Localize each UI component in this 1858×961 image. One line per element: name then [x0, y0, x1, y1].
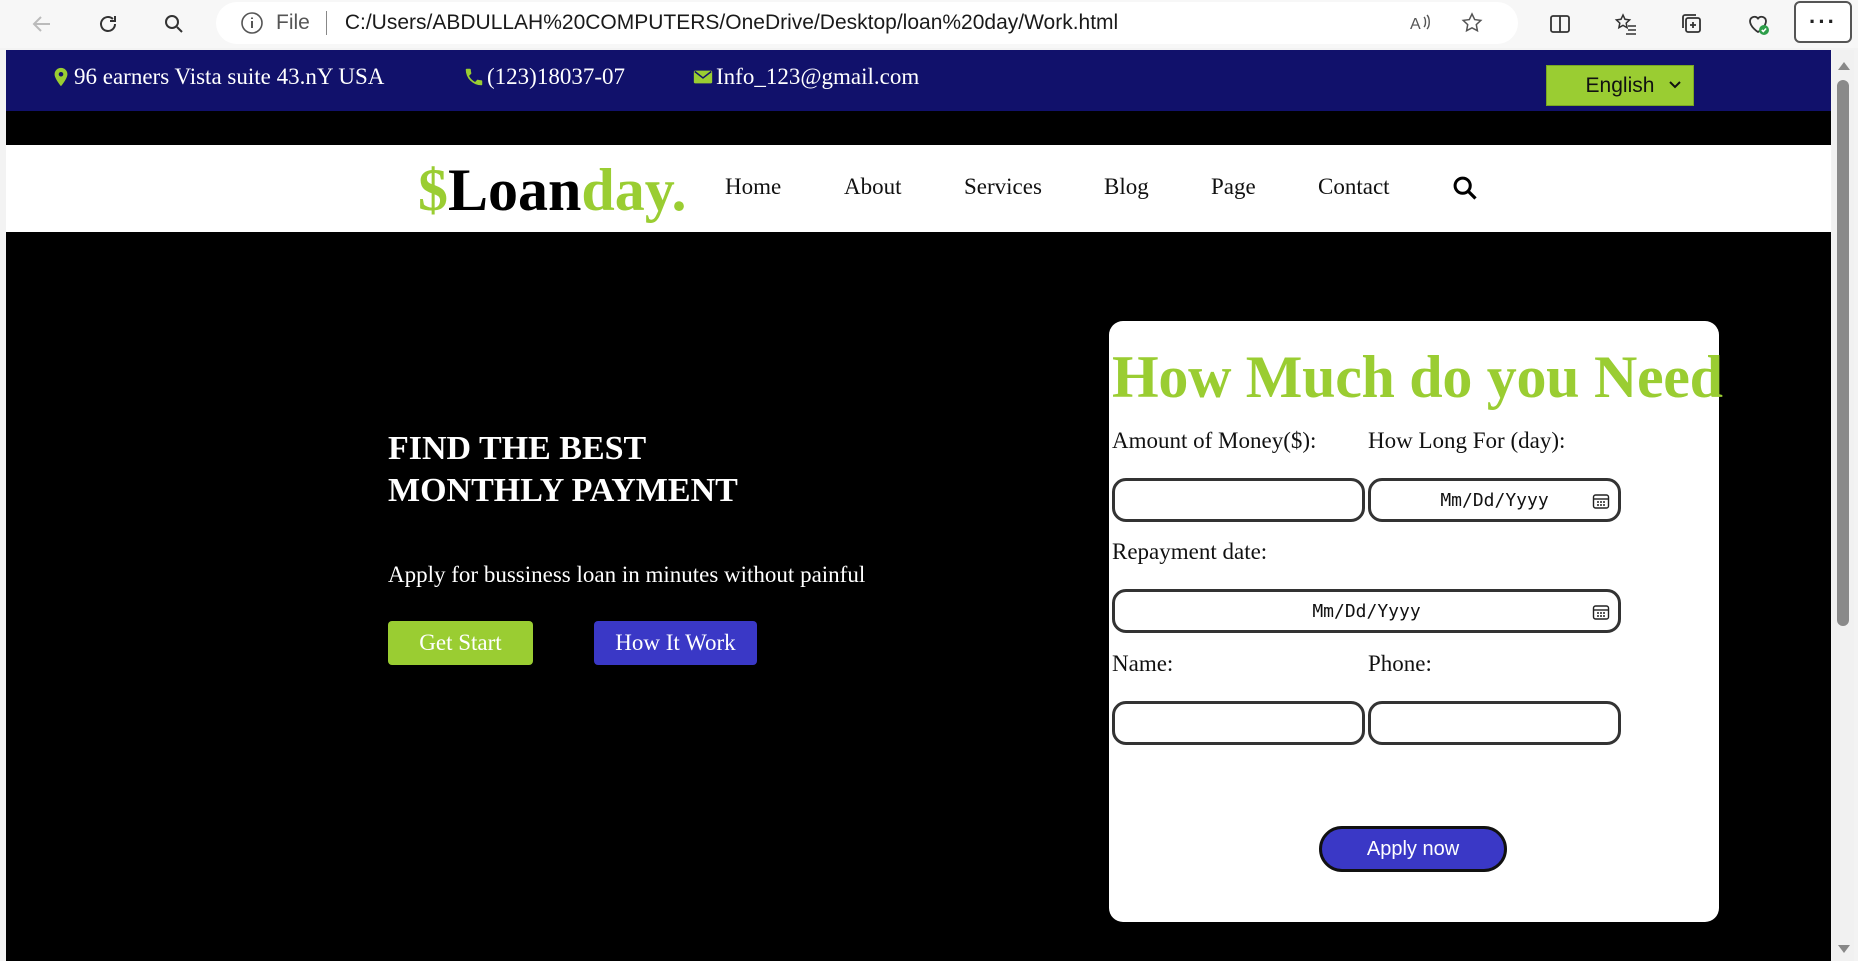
logo-loan: Loan	[448, 157, 582, 223]
address-divider	[325, 11, 327, 35]
name-input[interactable]	[1112, 701, 1365, 745]
how-it-work-button[interactable]: How It Work	[594, 621, 757, 665]
settings-menu-button[interactable]: ···	[1794, 1, 1852, 43]
calendar-icon[interactable]	[1592, 603, 1610, 621]
back-button[interactable]	[22, 4, 62, 44]
phone-info: (123)18037-07	[463, 64, 625, 90]
favorites-button[interactable]	[1606, 4, 1646, 44]
how-long-date-input[interactable]: Mm/Dd/Yyyy	[1368, 478, 1621, 522]
envelope-icon	[693, 70, 713, 84]
favorite-star-icon[interactable]	[1460, 11, 1484, 35]
file-scheme-label: File	[276, 11, 310, 34]
scroll-down-arrow-icon[interactable]	[1838, 945, 1850, 953]
hero-title-line1: FIND THE BEST	[388, 430, 647, 467]
hero-subtitle: Apply for bussiness loan in minutes with…	[388, 562, 866, 587]
amount-input[interactable]	[1112, 478, 1365, 522]
reload-button[interactable]	[88, 4, 128, 44]
address-text: 96 earners Vista suite 43.nY USA	[74, 64, 385, 89]
address-info: 96 earners Vista suite 43.nY USA	[50, 64, 384, 90]
logo-day: day.	[581, 157, 687, 223]
hero-title-line2: MONTHLY PAYMENT	[388, 472, 738, 509]
location-pin-icon	[54, 67, 68, 87]
repayment-placeholder: Mm/Dd/Yyyy	[1312, 600, 1421, 622]
contact-info-bar: 96 earners Vista suite 43.nY USA (123)18…	[6, 50, 1831, 111]
search-tab-button[interactable]	[154, 4, 194, 44]
nav-link-services[interactable]: Services	[964, 174, 1042, 200]
svg-text:A: A	[1410, 16, 1421, 33]
url-text[interactable]: C:/Users/ABDULLAH%20COMPUTERS/OneDrive/D…	[345, 11, 1118, 35]
scroll-up-arrow-icon[interactable]	[1838, 62, 1850, 70]
main-navigation: $Loanday. Home About Services Blog Page …	[6, 145, 1831, 232]
language-select[interactable]: English	[1546, 65, 1694, 106]
apply-now-button[interactable]: Apply now	[1319, 826, 1507, 872]
browser-toolbar: File C:/Users/ABDULLAH%20COMPUTERS/OneDr…	[0, 0, 1858, 48]
amount-label: Amount of Money($):	[1112, 428, 1317, 453]
nav-link-about[interactable]: About	[844, 174, 902, 200]
form-heading: How Much do you Need	[1112, 344, 1723, 410]
email-info: Info_123@gmail.com	[692, 64, 919, 90]
browser-essentials-button[interactable]	[1738, 4, 1778, 44]
language-value: English	[1585, 73, 1655, 97]
site-logo[interactable]: $Loanday.	[418, 155, 686, 225]
info-icon[interactable]	[240, 11, 264, 35]
address-bar[interactable]: File C:/Users/ABDULLAH%20COMPUTERS/OneDr…	[216, 2, 1518, 44]
hero-title: FIND THE BEST MONTHLY PAYMENT	[388, 428, 848, 512]
calendar-icon[interactable]	[1592, 492, 1610, 510]
name-label: Name:	[1112, 651, 1174, 676]
scrollbar-thumb[interactable]	[1837, 80, 1849, 626]
phone-text: (123)18037-07	[487, 64, 625, 89]
search-icon	[165, 15, 183, 33]
repayment-date-input[interactable]: Mm/Dd/Yyyy	[1112, 589, 1621, 633]
phone-label: Phone:	[1368, 651, 1432, 676]
email-text[interactable]: Info_123@gmail.com	[716, 64, 919, 90]
read-aloud-icon[interactable]: A	[1409, 11, 1433, 35]
page-viewport: 96 earners Vista suite 43.nY USA (123)18…	[6, 50, 1831, 961]
how-long-label: How Long For (day):	[1368, 428, 1566, 453]
collections-icon	[1682, 14, 1701, 33]
nav-link-page[interactable]: Page	[1211, 174, 1256, 200]
reload-icon	[100, 16, 116, 32]
loan-form-card: How Much do you Need Amount of Money($):…	[1109, 321, 1723, 922]
get-start-button[interactable]: Get Start	[388, 621, 533, 665]
phone-icon	[465, 68, 483, 86]
search-icon[interactable]	[1451, 174, 1479, 202]
health-heart-icon	[1749, 15, 1769, 35]
page-scrollbar[interactable]	[1832, 50, 1854, 961]
nav-link-blog[interactable]: Blog	[1104, 174, 1149, 200]
split-screen-button[interactable]	[1540, 4, 1580, 44]
nav-link-home[interactable]: Home	[725, 174, 781, 200]
chevron-down-icon	[1669, 81, 1681, 89]
logo-dollar: $	[418, 157, 448, 223]
phone-input[interactable]	[1368, 701, 1621, 745]
favorites-list-icon	[1614, 13, 1636, 35]
nav-link-contact[interactable]: Contact	[1318, 174, 1390, 200]
back-arrow-icon	[32, 16, 50, 32]
repayment-label: Repayment date:	[1112, 539, 1268, 564]
split-screen-icon	[1550, 15, 1570, 33]
how-long-placeholder: Mm/Dd/Yyyy	[1440, 489, 1549, 511]
collections-button[interactable]	[1672, 4, 1712, 44]
